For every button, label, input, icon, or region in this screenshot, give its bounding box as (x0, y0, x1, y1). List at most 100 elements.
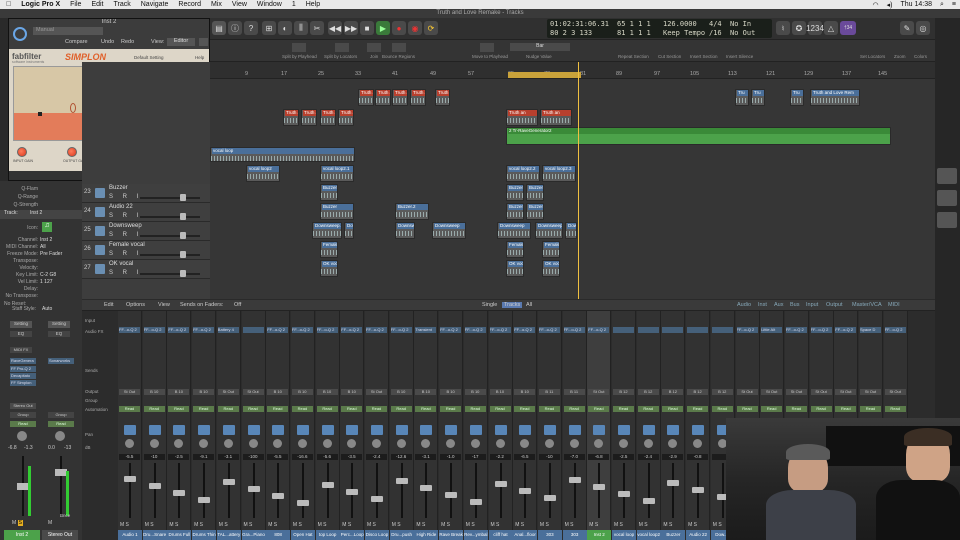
pan-knob[interactable] (594, 439, 604, 448)
output-gain-knob[interactable] (67, 147, 77, 157)
audio-fx-slot[interactable]: FF...o-Q 2 (514, 327, 536, 333)
fader-cap[interactable] (568, 477, 581, 483)
cycle-button[interactable]: ⟳ (424, 21, 438, 35)
strip-name[interactable]: cliff hat (488, 530, 513, 540)
strip-name[interactable]: vocal loop (612, 530, 636, 540)
pan-knob[interactable] (446, 439, 456, 448)
output-slot[interactable]: St Out (736, 389, 758, 395)
output-slot[interactable]: B 10 (291, 389, 313, 395)
output-slot[interactable]: B 10 (415, 389, 437, 395)
output-slot[interactable]: Stereo Out (10, 403, 36, 409)
track-header[interactable]: 26 Female vocal S R I (82, 241, 210, 260)
mute-solo-buttons[interactable]: M S (589, 522, 598, 528)
output-slot[interactable]: B 10 (143, 389, 165, 395)
fader-cap[interactable] (642, 498, 655, 504)
audio-region[interactable]: Truth an (320, 109, 336, 126)
mute-solo-buttons[interactable]: M S (219, 522, 228, 528)
audio-fx-slot[interactable] (242, 327, 264, 333)
mute-solo-buttons[interactable]: M S (244, 522, 253, 528)
strip-name[interactable]: Perc...Loop (340, 530, 365, 540)
eq-display[interactable]: EQ (10, 331, 32, 337)
menu-file[interactable]: File (70, 1, 81, 8)
channel-strip[interactable]: FF...o-Q 2 B 10 Read -5.6 M S top Loop (315, 311, 340, 540)
strip-name[interactable]: Inst 2 (587, 530, 612, 540)
audio-fx-slot[interactable] (711, 327, 733, 333)
volume-slider-knob[interactable] (180, 194, 186, 201)
audio-fx-slot[interactable]: FF...o-Q 2 (736, 327, 758, 333)
output-slot[interactable]: St Out (884, 389, 906, 395)
set-locators-label[interactable]: Set Locators (860, 54, 885, 59)
audio-region[interactable]: Truth an (338, 109, 354, 126)
audio-region[interactable]: Truth an (301, 109, 317, 126)
audio-fx-slot[interactable]: FF Simplon (10, 380, 36, 386)
fader-cap[interactable] (222, 479, 235, 485)
mute-solo-buttons[interactable]: M S (663, 522, 672, 528)
automation-mode[interactable]: Read (341, 406, 363, 412)
output-slot[interactable]: B 10 (316, 389, 338, 395)
join-label[interactable]: Join (370, 54, 378, 59)
volume-slider-knob[interactable] (180, 251, 186, 258)
fader-cap[interactable] (321, 482, 334, 488)
automation-mode[interactable]: Read (835, 406, 857, 412)
fader-cap[interactable] (494, 481, 507, 487)
fader-cap[interactable] (692, 487, 705, 493)
volume-fader[interactable] (129, 463, 131, 518)
automation-mode[interactable]: Read (366, 406, 387, 412)
audio-fx-slot[interactable]: FF...o-Q 2 (291, 327, 313, 333)
audio-fx-slot[interactable]: FF...o-Q 2 (563, 327, 585, 333)
output-slot[interactable]: B 11 (563, 389, 585, 395)
notepad-button[interactable]: ✎ (900, 21, 914, 35)
app-menu[interactable]: Logic Pro X (21, 1, 60, 8)
output-slot[interactable]: B 10 (390, 389, 412, 395)
default-setting-label[interactable]: Default Setting (134, 55, 164, 60)
mute-solo-buttons[interactable]: M S (416, 522, 425, 528)
pan-knob[interactable] (223, 439, 233, 448)
audio-fx-slot[interactable]: FF...o-Q 2 (440, 327, 462, 333)
pan-knob[interactable] (544, 439, 554, 448)
audio-region[interactable]: Truth and Love Rem (375, 89, 391, 106)
smart-controls-button[interactable]: ◐ (278, 21, 292, 35)
fader-cap[interactable] (420, 485, 433, 491)
automation-mode[interactable]: Read (736, 406, 758, 412)
rewind-button[interactable]: ◀◀ (328, 21, 342, 35)
automation-mode[interactable]: Read (415, 406, 437, 412)
volume-fader[interactable] (227, 463, 230, 518)
apple-icon[interactable]:  (6, 1, 11, 8)
channel-strip[interactable]: FF...o-Q 2 B 10 Read -3.5 M S Perc...Loop (340, 311, 365, 540)
volume-slider[interactable] (140, 254, 200, 256)
pan-knob[interactable] (297, 439, 307, 448)
strip-name[interactable]: 808 (266, 530, 291, 540)
automation-mode[interactable]: Read (761, 406, 783, 412)
audio-fx-slot[interactable]: FF...o-Q 2 (341, 327, 363, 333)
volume-fader[interactable] (474, 463, 477, 518)
pan-knob[interactable] (520, 439, 530, 448)
midi-region[interactable]: 2 Tr-RaveGenerator2 (506, 127, 891, 145)
output-slot[interactable]: St Out (119, 389, 140, 395)
forward-button[interactable]: ▶▶ (344, 21, 358, 35)
mute-solo-buttons[interactable]: M S (194, 522, 203, 528)
split-playhead-icon[interactable] (292, 43, 306, 52)
volume-fader[interactable] (301, 463, 304, 518)
strip-name[interactable]: Audio 22 (686, 530, 711, 540)
audio-fx-slot[interactable]: Decapitato (10, 373, 36, 379)
strip-name[interactable]: 303 (562, 530, 587, 540)
strip-name[interactable]: Drums Thin (192, 530, 217, 540)
channel-strip[interactable]: B 12 Read -0.8 M S Audio 22 (686, 311, 711, 540)
automation-mode[interactable]: Read (168, 406, 190, 412)
track-icon[interactable]: ♫ (42, 222, 52, 232)
audio-region[interactable]: Truth and Love Rem (810, 89, 860, 106)
count-in-button[interactable]: 1234 (806, 21, 824, 35)
automation-mode[interactable]: Read (637, 406, 659, 412)
menu-list-icon[interactable]: ≡ (952, 1, 956, 9)
audio-fx-slot[interactable]: FF...o-Q 2 (119, 327, 140, 333)
mute-solo-buttons[interactable]: M S (639, 522, 648, 528)
tuner-button[interactable]: ♮ (776, 21, 790, 35)
pan-knob[interactable] (495, 439, 505, 448)
mixer-button[interactable]: ⫼ (294, 21, 308, 35)
move-playhead-label[interactable]: Move to Playhead (472, 54, 508, 59)
inspector-button[interactable]: ⓘ (228, 21, 242, 35)
strip-name[interactable]: vocal loop2 (636, 530, 661, 540)
pan-knob[interactable] (668, 439, 678, 448)
instrument-slot[interactable]: RaveGenera (10, 358, 36, 364)
strip-name[interactable]: 303 (537, 530, 562, 540)
